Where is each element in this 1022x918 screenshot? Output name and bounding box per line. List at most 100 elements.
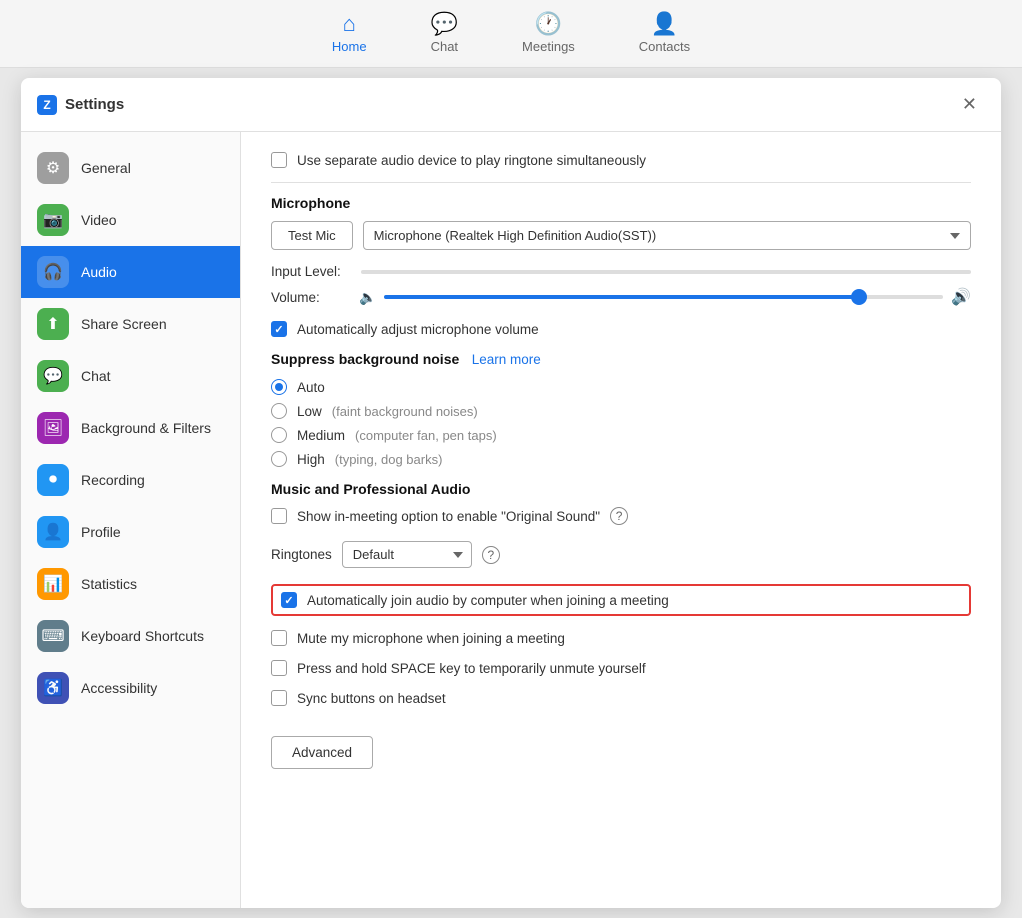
- sidebar-item-chat[interactable]: 💬 Chat: [21, 350, 240, 402]
- ringtones-help-icon[interactable]: ?: [482, 546, 500, 564]
- volume-low-icon: 🔈: [359, 289, 376, 306]
- microphone-device-select[interactable]: Microphone (Realtek High Definition Audi…: [363, 221, 971, 250]
- radio-low-desc: (faint background noises): [332, 404, 478, 419]
- ringtones-label: Ringtones: [271, 547, 332, 562]
- auto-join-checkbox[interactable]: [281, 592, 297, 608]
- sidebar-item-video[interactable]: 📷 Video: [21, 194, 240, 246]
- volume-label: Volume:: [271, 290, 351, 305]
- recording-icon: ⏺: [37, 464, 69, 496]
- volume-slider[interactable]: [384, 295, 943, 299]
- nav-chat-label: Chat: [431, 39, 458, 54]
- sidebar-item-general[interactable]: ⚙ General: [21, 142, 240, 194]
- noise-option-auto: Auto: [271, 379, 971, 395]
- test-mic-button[interactable]: Test Mic: [271, 221, 353, 250]
- sidebar-label-bg: Background & Filters: [81, 420, 211, 436]
- separate-device-label: Use separate audio device to play ringto…: [297, 153, 646, 168]
- mute-mic-checkbox[interactable]: [271, 630, 287, 646]
- dialog-title-text: Settings: [65, 96, 124, 113]
- mute-mic-row: Mute my microphone when joining a meetin…: [271, 630, 971, 646]
- ringtones-row: Ringtones Default ?: [271, 541, 971, 568]
- radio-medium-label: Medium: [297, 428, 345, 443]
- home-icon: ⌂: [343, 13, 356, 35]
- volume-thumb: [851, 289, 867, 305]
- nav-home-label: Home: [332, 39, 367, 54]
- volume-high-icon: 🔊: [951, 287, 971, 307]
- separate-device-row: Use separate audio device to play ringto…: [271, 152, 971, 168]
- nav-home[interactable]: ⌂ Home: [320, 5, 379, 62]
- auto-adjust-row: Automatically adjust microphone volume: [271, 321, 971, 337]
- separate-device-checkbox[interactable]: [271, 152, 287, 168]
- original-sound-checkbox[interactable]: [271, 508, 287, 524]
- sidebar-label-chat: Chat: [81, 368, 111, 384]
- dialog-title-group: Z Settings: [37, 95, 124, 115]
- input-level-bar: [361, 270, 971, 274]
- settings-logo: Z: [37, 95, 57, 115]
- sidebar-label-statistics: Statistics: [81, 576, 137, 592]
- noise-option-medium: Medium (computer fan, pen taps): [271, 427, 971, 443]
- nav-meetings-label: Meetings: [522, 39, 575, 54]
- sidebar-item-share-screen[interactable]: ⬆ Share Screen: [21, 298, 240, 350]
- sidebar: ⚙ General 📷 Video 🎧 Audio ⬆ Share Screen…: [21, 132, 241, 908]
- sidebar-item-statistics[interactable]: 📊 Statistics: [21, 558, 240, 610]
- auto-join-highlighted-row: Automatically join audio by computer whe…: [271, 584, 971, 616]
- radio-auto-label: Auto: [297, 380, 325, 395]
- contacts-icon: 👤: [651, 13, 678, 35]
- sidebar-item-accessibility[interactable]: ♿ Accessibility: [21, 662, 240, 714]
- top-navigation: ⌂ Home 💬 Chat 🕐 Meetings 👤 Contacts: [0, 0, 1022, 68]
- mute-mic-label: Mute my microphone when joining a meetin…: [297, 631, 565, 646]
- background-icon: 🖼: [37, 412, 69, 444]
- nav-chat[interactable]: 💬 Chat: [419, 5, 470, 62]
- original-sound-label: Show in-meeting option to enable "Origin…: [297, 509, 600, 524]
- sidebar-label-profile: Profile: [81, 524, 121, 540]
- suppress-heading: Suppress background noise: [271, 351, 459, 367]
- auto-adjust-checkbox[interactable]: [271, 321, 287, 337]
- audio-settings-panel: Use separate audio device to play ringto…: [241, 132, 1001, 908]
- dialog-body: ⚙ General 📷 Video 🎧 Audio ⬆ Share Screen…: [21, 132, 1001, 908]
- radio-low-label: Low: [297, 404, 322, 419]
- noise-option-low: Low (faint background noises): [271, 403, 971, 419]
- sidebar-label-recording: Recording: [81, 472, 145, 488]
- sync-buttons-row: Sync buttons on headset: [271, 690, 971, 706]
- nav-meetings[interactable]: 🕐 Meetings: [510, 5, 587, 62]
- noise-option-high: High (typing, dog barks): [271, 451, 971, 467]
- profile-icon: 👤: [37, 516, 69, 548]
- share-screen-icon: ⬆: [37, 308, 69, 340]
- radio-low[interactable]: [271, 403, 287, 419]
- chat-sidebar-icon: 💬: [37, 360, 69, 392]
- sidebar-label-general: General: [81, 160, 131, 176]
- close-button[interactable]: ✕: [954, 90, 985, 119]
- radio-high-label: High: [297, 452, 325, 467]
- auto-join-label: Automatically join audio by computer whe…: [307, 593, 669, 608]
- radio-medium[interactable]: [271, 427, 287, 443]
- audio-icon: 🎧: [37, 256, 69, 288]
- sidebar-item-audio[interactable]: 🎧 Audio: [21, 246, 240, 298]
- ringtones-select[interactable]: Default: [342, 541, 472, 568]
- sidebar-item-recording[interactable]: ⏺ Recording: [21, 454, 240, 506]
- original-sound-help-icon[interactable]: ?: [610, 507, 628, 525]
- sidebar-label-share: Share Screen: [81, 316, 167, 332]
- radio-medium-desc: (computer fan, pen taps): [355, 428, 497, 443]
- learn-more-link[interactable]: Learn more: [472, 352, 541, 367]
- input-level-row: Input Level:: [271, 264, 971, 279]
- press-hold-checkbox[interactable]: [271, 660, 287, 676]
- accessibility-icon: ♿: [37, 672, 69, 704]
- microphone-row: Test Mic Microphone (Realtek High Defini…: [271, 221, 971, 250]
- sidebar-item-keyboard[interactable]: ⌨ Keyboard Shortcuts: [21, 610, 240, 662]
- radio-auto[interactable]: [271, 379, 287, 395]
- chat-icon: 💬: [431, 13, 458, 35]
- suppress-noise-heading-row: Suppress background noise Learn more: [271, 351, 971, 369]
- keyboard-icon: ⌨: [37, 620, 69, 652]
- volume-row: Volume: 🔈 🔊: [271, 287, 971, 307]
- general-icon: ⚙: [37, 152, 69, 184]
- sidebar-item-background[interactable]: 🖼 Background & Filters: [21, 402, 240, 454]
- sidebar-item-profile[interactable]: 👤 Profile: [21, 506, 240, 558]
- nav-contacts[interactable]: 👤 Contacts: [627, 5, 702, 62]
- sync-buttons-checkbox[interactable]: [271, 690, 287, 706]
- input-level-label: Input Level:: [271, 264, 351, 279]
- advanced-button[interactable]: Advanced: [271, 736, 373, 769]
- radio-high[interactable]: [271, 451, 287, 467]
- sidebar-label-video: Video: [81, 212, 117, 228]
- nav-contacts-label: Contacts: [639, 39, 690, 54]
- sidebar-label-audio: Audio: [81, 264, 117, 280]
- microphone-heading: Microphone: [271, 195, 971, 211]
